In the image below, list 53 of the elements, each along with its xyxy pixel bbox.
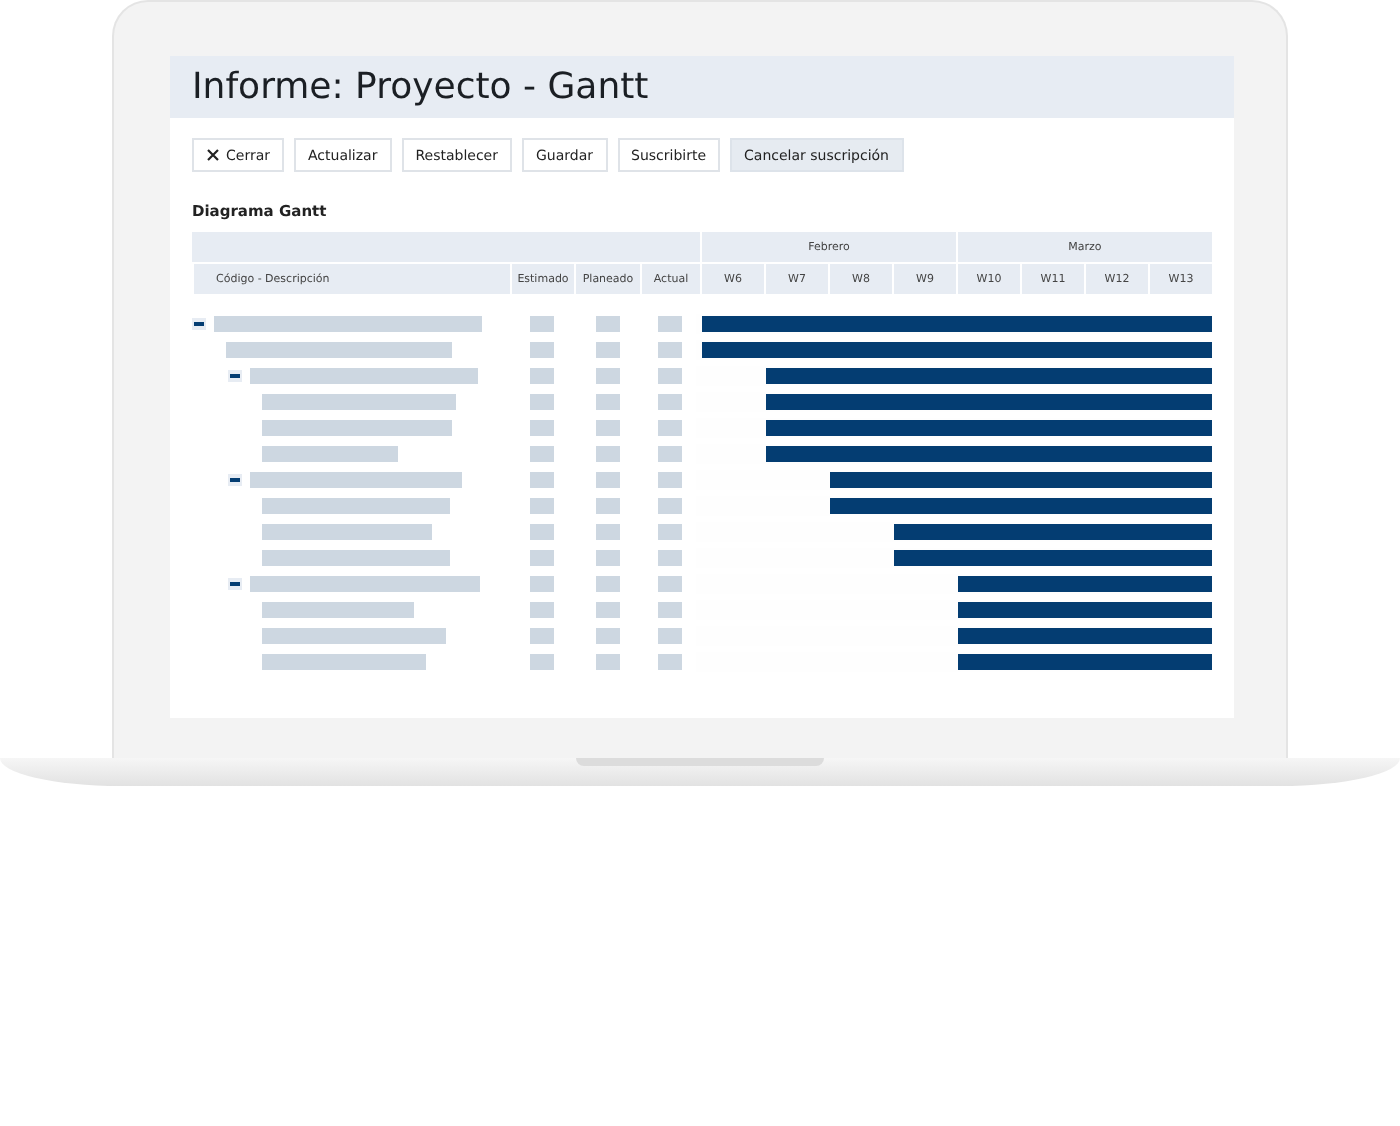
value-placeholder: [658, 367, 682, 383]
value-placeholder: [530, 341, 554, 357]
value-placeholder: [595, 445, 619, 461]
value-placeholder: [530, 445, 554, 461]
value-placeholder: [658, 523, 682, 539]
value-placeholder: [595, 471, 619, 487]
minus-icon: [230, 581, 240, 585]
value-placeholder: [595, 315, 619, 331]
value-placeholder: [595, 393, 619, 409]
value-placeholder: [658, 471, 682, 487]
value-placeholder: [595, 549, 619, 565]
page-title: Informe: Proyecto - Gantt: [192, 66, 649, 108]
value-placeholder: [530, 497, 554, 513]
close-icon: [206, 148, 220, 162]
collapse-toggle[interactable]: [228, 577, 242, 589]
value-placeholder: [595, 523, 619, 539]
value-placeholder: [530, 549, 554, 565]
value-placeholder: [530, 471, 554, 487]
minus-icon: [194, 321, 204, 325]
value-placeholder: [658, 627, 682, 643]
value-placeholder: [530, 315, 554, 331]
value-placeholder: [658, 393, 682, 409]
value-placeholder: [658, 575, 682, 591]
minus-icon: [230, 477, 240, 481]
value-placeholder: [658, 653, 682, 669]
value-placeholder: [658, 315, 682, 331]
value-placeholder: [530, 653, 554, 669]
value-placeholder: [530, 575, 554, 591]
value-placeholder: [658, 419, 682, 435]
value-placeholder: [530, 367, 554, 383]
value-placeholder: [530, 523, 554, 539]
collapse-toggle[interactable]: [228, 369, 242, 381]
value-placeholder: [530, 393, 554, 409]
value-placeholder: [658, 445, 682, 461]
value-placeholder: [595, 497, 619, 513]
value-placeholder: [530, 627, 554, 643]
collapse-toggle[interactable]: [192, 317, 206, 329]
value-placeholder: [658, 341, 682, 357]
text-placeholder: [262, 445, 398, 461]
value-placeholder: [658, 497, 682, 513]
value-placeholder: [658, 549, 682, 565]
value-placeholder: [530, 601, 554, 617]
minus-icon: [230, 373, 240, 377]
value-placeholder: [595, 653, 619, 669]
value-placeholder: [658, 601, 682, 617]
collapse-toggle[interactable]: [228, 473, 242, 485]
value-placeholder: [595, 575, 619, 591]
value-placeholder: [530, 419, 554, 435]
value-placeholder: [595, 367, 619, 383]
value-placeholder: [595, 341, 619, 357]
value-placeholder: [595, 627, 619, 643]
value-placeholder: [595, 419, 619, 435]
value-placeholder: [595, 601, 619, 617]
